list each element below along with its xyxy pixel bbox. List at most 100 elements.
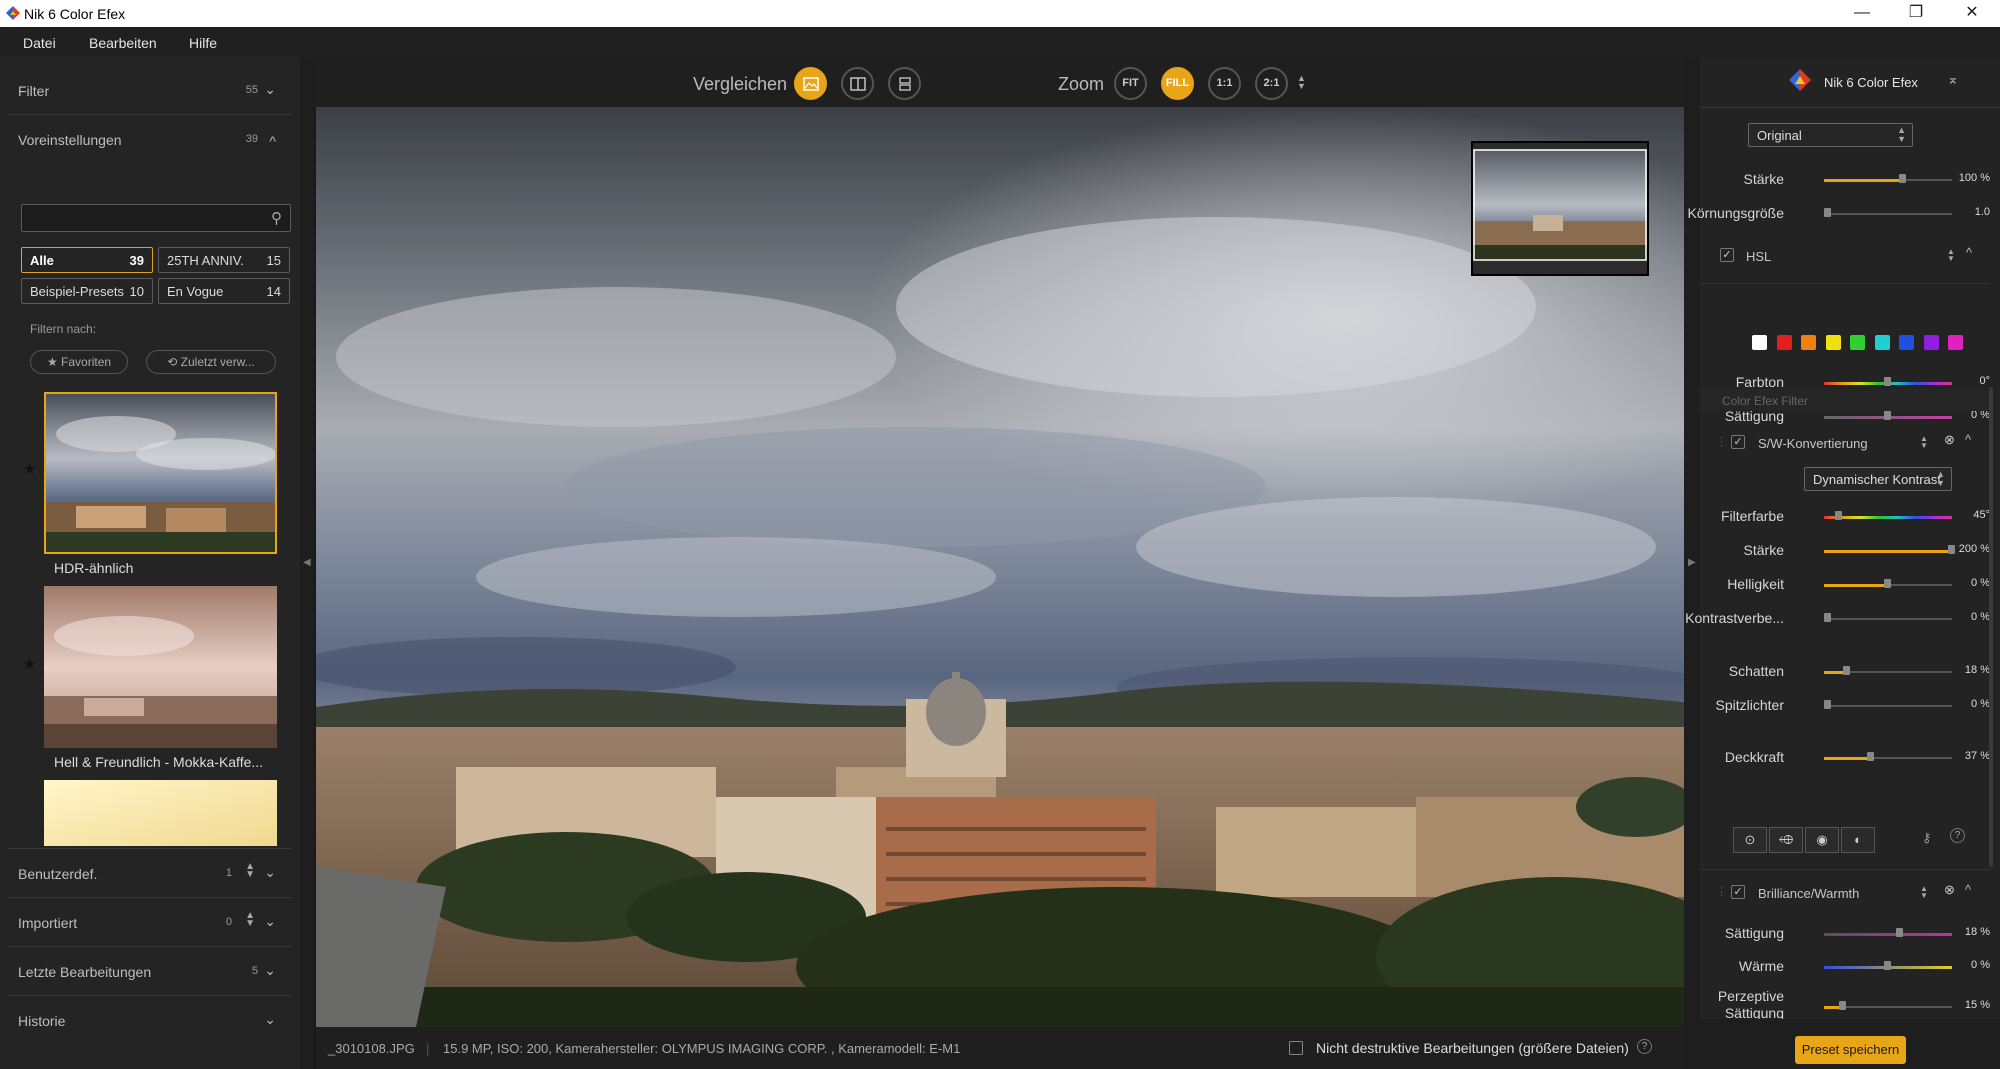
remove-filter-icon[interactable]: ⊗ (1944, 432, 1955, 448)
section-importiert[interactable]: Importiert 0 ▲ ▼ ⌄ (0, 899, 300, 947)
bw-method-dropdown[interactable]: Dynamischer Kontrast ▲ ▼ (1804, 467, 1952, 491)
slider-handle[interactable] (1824, 613, 1831, 622)
hsl-color-swatch[interactable] (1874, 335, 1890, 350)
slider[interactable] (1824, 579, 1952, 590)
slider-handle[interactable] (1899, 174, 1907, 183)
reorder-icon[interactable]: ▲ ▼ (1920, 435, 1928, 450)
menu-datei[interactable]: Datei (23, 35, 56, 51)
slider[interactable] (1824, 752, 1952, 763)
slider-handle[interactable] (1948, 545, 1955, 554)
slider-handle[interactable] (1824, 208, 1831, 217)
preset-search-input[interactable]: ⚲ (21, 204, 291, 232)
slider[interactable] (1824, 700, 1952, 711)
left-panel-collapse-bar[interactable]: ◀ (300, 57, 314, 1069)
star-icon[interactable]: ★ (23, 655, 36, 673)
brush-button[interactable]: ⬲ (1769, 827, 1803, 853)
sort-icon[interactable]: ▲ ▼ (245, 862, 255, 880)
chevron-up-icon[interactable]: ^ (1966, 245, 1972, 260)
slider-handle[interactable] (1884, 377, 1891, 386)
reorder-icon[interactable]: ▲ ▼ (1947, 248, 1955, 263)
restore-button[interactable]: ❐ (1888, 0, 1944, 27)
slider[interactable] (1824, 208, 1952, 219)
slider[interactable] (1824, 511, 1952, 522)
slider[interactable] (1824, 411, 1952, 422)
slider[interactable] (1824, 666, 1952, 677)
compare-side-by-side-button[interactable] (888, 67, 921, 100)
help-icon[interactable]: ? (1950, 828, 1965, 843)
section-presets[interactable]: Voreinstellungen 39 ^ (0, 116, 300, 164)
chip-25th-anniv[interactable]: 25TH ANNIV. 15 (158, 247, 290, 273)
slider-handle[interactable] (1867, 752, 1875, 761)
hsl-color-swatch[interactable] (1776, 335, 1792, 350)
slider-handle[interactable] (1835, 511, 1843, 520)
zoom-1-1-button[interactable]: 1:1 (1208, 67, 1241, 100)
brilliance-enable-checkbox[interactable]: ✓ (1731, 885, 1745, 899)
menu-hilfe[interactable]: Hilfe (189, 35, 217, 51)
hsl-color-swatch[interactable] (1899, 335, 1914, 350)
section-benutzerdef[interactable]: Benutzerdef. 1 ▲ ▼ ⌄ (0, 850, 300, 898)
section-historie[interactable]: Historie ⌄ (0, 997, 300, 1045)
chevron-up-icon[interactable]: ^ (1965, 882, 1971, 897)
zoom-fill-button[interactable]: FILL (1161, 67, 1194, 100)
chip-en-vogue[interactable]: En Vogue 14 (158, 278, 290, 304)
navigator-preview[interactable] (1471, 141, 1649, 276)
slider-handle[interactable] (1884, 411, 1891, 420)
mask-view-button[interactable]: ◉ (1805, 827, 1839, 853)
hsl-color-swatch[interactable] (1825, 335, 1841, 350)
slider-handle[interactable] (1839, 1001, 1847, 1010)
slider-handle[interactable] (1884, 961, 1891, 970)
preset-thumbnail-partial[interactable] (44, 780, 277, 846)
slider[interactable] (1824, 545, 1955, 556)
slider[interactable] (1824, 377, 1952, 388)
chip-alle[interactable]: Alle 39 (21, 247, 153, 273)
bw-enable-checkbox[interactable]: ✓ (1731, 435, 1745, 449)
drag-handle-icon[interactable]: ⋮ (1716, 885, 1727, 898)
slider[interactable] (1824, 613, 1952, 624)
sort-icon[interactable]: ▲ ▼ (245, 911, 255, 929)
help-icon[interactable]: ? (1637, 1039, 1652, 1054)
slider-handle[interactable] (1824, 700, 1831, 709)
compare-split-button[interactable] (841, 67, 874, 100)
close-button[interactable]: ✕ (1944, 0, 2000, 27)
section-letzte-bearbeitungen[interactable]: Letzte Bearbeitungen 5 ⌄ (0, 948, 300, 996)
gradient-button[interactable]: ◐ (1841, 827, 1875, 853)
favorites-filter-button[interactable]: ★ Favoriten (30, 350, 128, 374)
right-panel-scrollbar[interactable] (1989, 387, 1993, 867)
nondestructive-checkbox[interactable] (1289, 1041, 1303, 1055)
remove-filter-icon[interactable]: ⊗ (1944, 882, 1955, 898)
divider (8, 995, 292, 996)
zoom-2-1-button[interactable]: 2:1 (1255, 67, 1288, 100)
compare-single-button[interactable] (794, 67, 827, 100)
slider[interactable] (1824, 174, 1952, 185)
hsl-color-swatch[interactable] (1948, 335, 1963, 350)
chip-beispiel-presets[interactable]: Beispiel-Presets 10 (21, 278, 153, 304)
collapse-all-icon[interactable]: ⌅ (1947, 71, 1959, 88)
slider[interactable] (1824, 1001, 1952, 1012)
menu-bearbeiten[interactable]: Bearbeiten (89, 35, 157, 51)
hsl-color-swatch[interactable] (1752, 335, 1767, 350)
reorder-icon[interactable]: ▲ ▼ (1920, 885, 1928, 900)
slider[interactable] (1824, 928, 1952, 939)
base-mode-dropdown[interactable]: Original ▲ ▼ (1748, 123, 1913, 147)
zoom-fit-button[interactable]: FIT (1114, 67, 1147, 100)
hsl-enable-checkbox[interactable]: ✓ (1720, 248, 1734, 262)
preset-thumbnail-mokka[interactable] (44, 586, 277, 748)
slider-handle[interactable] (1884, 579, 1891, 588)
drag-handle-icon[interactable]: ⋮ (1716, 435, 1727, 448)
section-filter[interactable]: Filter 55 ⌄ (0, 67, 300, 115)
key-icon[interactable]: ⚷ (1922, 830, 1932, 846)
hsl-color-swatch[interactable] (1850, 335, 1865, 350)
hsl-color-swatch[interactable] (1923, 335, 1939, 350)
zoom-stepper-icon[interactable]: ▲ ▼ (1297, 74, 1306, 91)
save-preset-button[interactable]: Preset speichern (1795, 1036, 1906, 1064)
star-icon[interactable]: ★ (23, 460, 36, 478)
slider-handle[interactable] (1895, 928, 1903, 937)
recent-filter-button[interactable]: ⟲ Zuletzt verw... (146, 350, 276, 374)
minimize-button[interactable]: — (1834, 0, 1890, 27)
chevron-up-icon[interactable]: ^ (1965, 432, 1971, 447)
preset-thumbnail-hdr[interactable] (44, 392, 277, 554)
hsl-color-swatch[interactable] (1801, 335, 1816, 350)
slider-handle[interactable] (1843, 666, 1851, 675)
control-point-button[interactable]: ⊙ (1733, 827, 1767, 853)
slider[interactable] (1824, 961, 1952, 972)
